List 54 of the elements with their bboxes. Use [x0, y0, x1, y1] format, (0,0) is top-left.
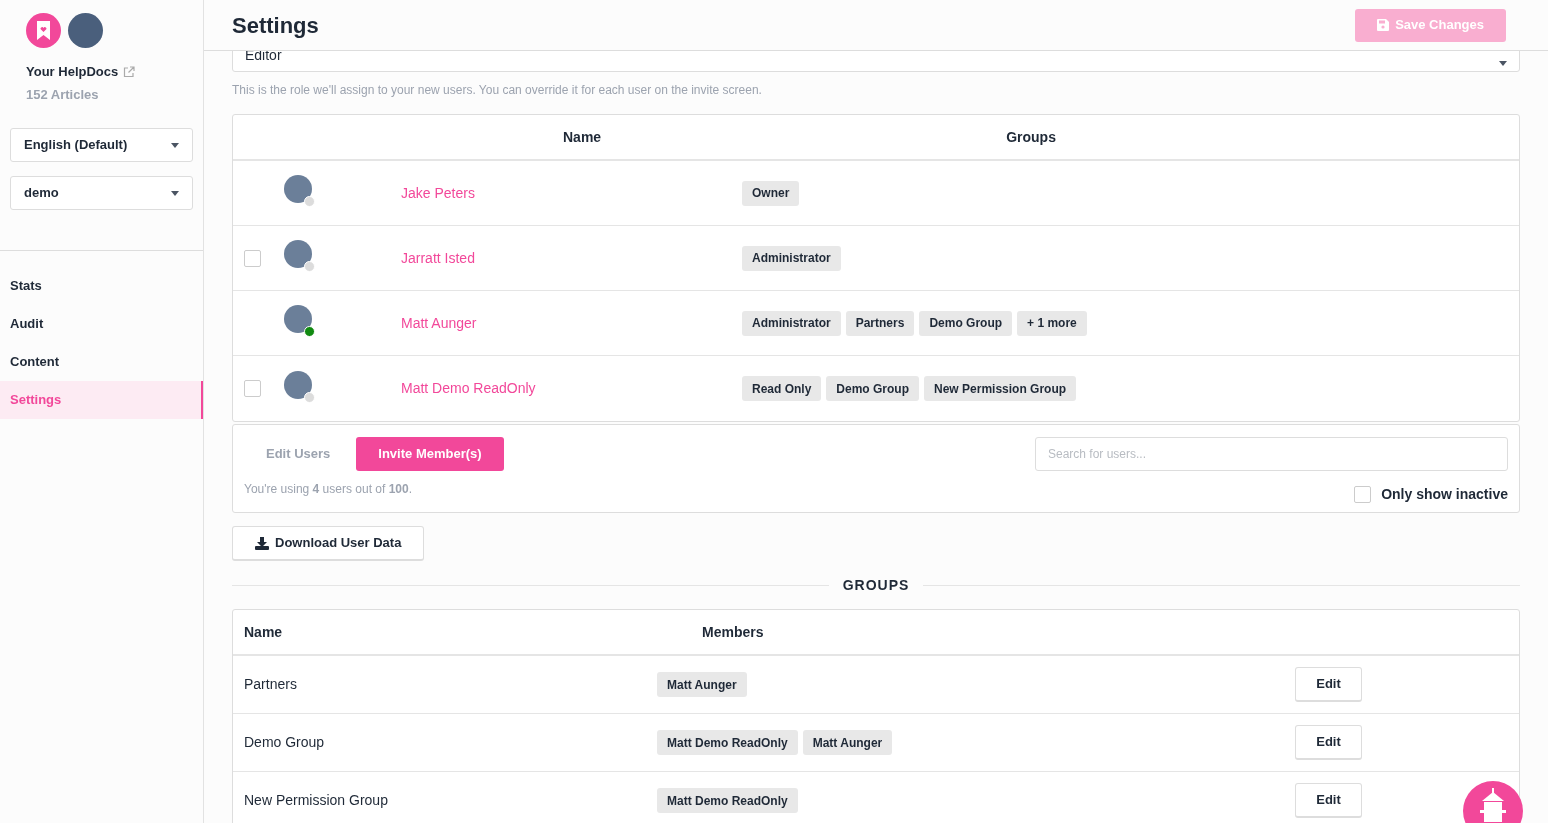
row-checkbox[interactable]: [244, 380, 261, 397]
group-name: Partners: [244, 675, 298, 694]
nav-item[interactable]: Stats: [0, 267, 203, 305]
nav-item[interactable]: Audit: [0, 305, 203, 343]
user-name-link[interactable]: Jake Peters: [401, 182, 742, 204]
role-help-text: This is the role we'll assign to your new users. You can override it for each user on the invite screen.: [232, 82, 763, 99]
edit-button[interactable]: Edit: [1295, 783, 1362, 818]
group-tag: Demo Group: [826, 376, 920, 401]
user-avatar: [284, 175, 312, 203]
column-header: Name: [244, 622, 284, 642]
group-tag: Partners: [845, 310, 915, 336]
group-tag: New Permission Group: [924, 376, 1077, 401]
page-title: Settings: [232, 11, 319, 40]
group-tag: Administrator: [742, 310, 841, 336]
column-header: Groups: [1006, 127, 1056, 147]
user-name-link[interactable]: Matt Aunger: [401, 312, 742, 334]
caret-icon: [171, 190, 179, 196]
pagoda-icon: [1478, 788, 1508, 822]
group-tag: + 1 more: [1017, 310, 1087, 336]
member-tag: Matt Aunger: [657, 672, 747, 697]
logo-icon: [26, 13, 61, 48]
nav-item[interactable]: Content: [0, 343, 203, 381]
member-tag: Matt Aunger: [802, 730, 893, 755]
profile-avatar[interactable]: [68, 13, 103, 48]
column-header: Name: [563, 127, 602, 147]
group-tag: Read Only: [742, 376, 822, 401]
edit-button[interactable]: Edit: [1295, 667, 1362, 702]
workspace-select[interactable]: demo: [10, 176, 193, 210]
download-button[interactable]: Download User Data: [232, 526, 425, 561]
inactive-label: Only show inactive: [1381, 485, 1508, 504]
group-name: New Permission Group: [244, 791, 389, 810]
group-tag: Owner: [742, 180, 800, 206]
caret-icon: [171, 142, 179, 148]
user-avatar: [284, 240, 312, 268]
column-header: Members: [702, 622, 764, 642]
search-field[interactable]: Search for users...: [1035, 437, 1508, 471]
section-heading: GROUPS: [842, 576, 910, 595]
language-select[interactable]: English (Default): [10, 128, 193, 162]
member-tag: Matt Demo ReadOnly: [657, 730, 798, 755]
row-checkbox[interactable]: [244, 249, 261, 267]
group-tag: Demo Group: [919, 310, 1013, 336]
user-avatar: [284, 305, 312, 333]
caret-icon: [1499, 61, 1507, 66]
article-count: 152 Articles: [25, 85, 100, 104]
group-tag: Administrator: [742, 245, 841, 271]
site-name[interactable]: Your HelpDocs: [26, 62, 119, 82]
external-link-icon[interactable]: [123, 65, 136, 78]
download-icon: [255, 536, 269, 550]
group-name: Demo Group: [244, 733, 326, 752]
edit-button[interactable]: Edit: [1295, 725, 1362, 760]
member-tag: Matt Demo ReadOnly: [657, 788, 798, 813]
user-avatar: [284, 370, 312, 399]
save-icon: [1377, 19, 1390, 31]
usage-text: You're using 4 users out of 100.: [244, 481, 413, 498]
